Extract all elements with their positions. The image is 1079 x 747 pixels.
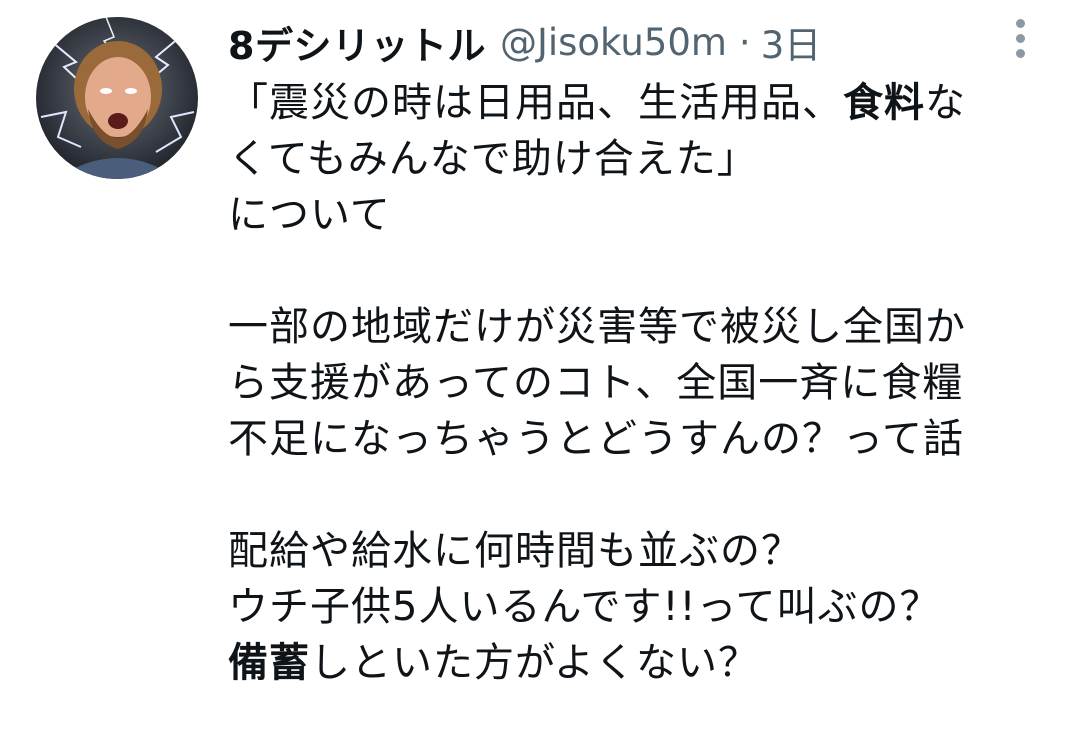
tweet-text-line: 備蓄しといた方がよくない？ [228,635,1048,691]
tweet-header: 8デシリットル @Jisoku50m · 3日 [228,14,821,70]
display-name[interactable]: 8デシリットル [228,15,486,70]
tweet-text-line: 一部の地域だけが災害等で被災し全国か [228,304,966,350]
more-vertical-icon-dot [1015,48,1025,58]
tweet-text-line: ら支援があってのコト、全国一斉に食糧 [228,360,964,406]
timestamp[interactable]: 3日 [761,15,822,69]
tweet-text-line: 不足になっちゃうとどうすんの？って話 [228,416,964,462]
tweet-text-line: 配給や給水に何時間も並ぶの？ [228,528,802,574]
more-vertical-icon-dot [1015,33,1025,43]
tweet[interactable]: 8デシリットル @Jisoku50m · 3日 「震災の時は日用品、生活用品、食… [0,0,1079,747]
bold-text-span: 備蓄 [228,640,310,686]
more-vertical-icon [1015,18,1025,28]
text-span: 「震災の時は日用品、生活用品、 [228,80,843,126]
tweet-text-line: 「震災の時は日用品、生活用品、食料な [228,75,1048,131]
tweet-text-line: くてもみんなで助け合えた」 [228,136,758,182]
avatar[interactable] [36,17,198,179]
tweet-text: 「震災の時は日用品、生活用品、食料な くてもみんなで助け合えた」 について 一部… [228,75,1048,691]
more-options-button[interactable] [998,16,1042,60]
tweet-text-line: について [228,192,391,238]
user-avatar-image [36,17,198,179]
text-span: しといた方がよくない？ [310,640,759,686]
separator-dot: · [738,20,751,64]
bold-text-span: 食料 [843,80,925,126]
user-handle[interactable]: @Jisoku50m [500,21,727,64]
text-span: な [925,80,966,126]
tweet-text-line: ウチ子供5人いるんです!!って叫ぶの？ [228,584,941,630]
